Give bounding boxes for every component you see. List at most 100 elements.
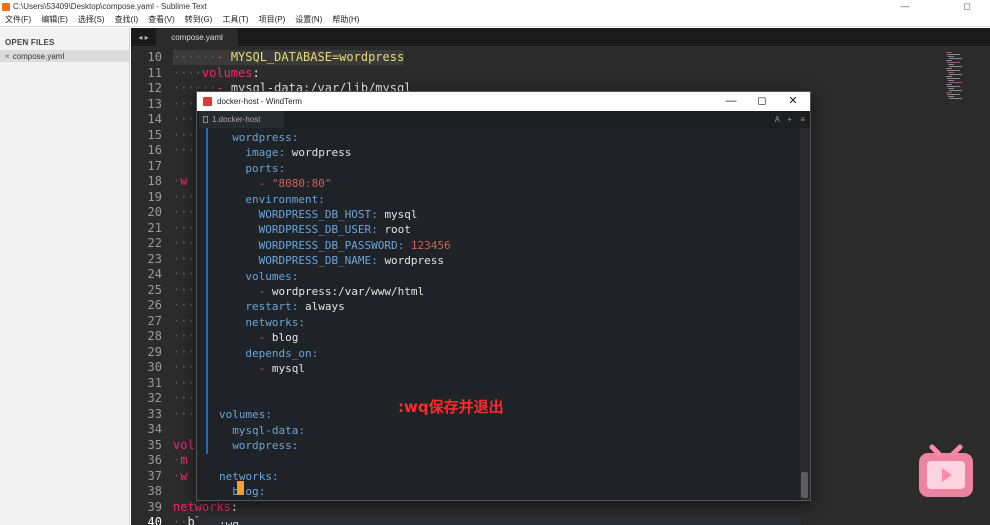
terminal-maximize-button[interactable]: ◻ (747, 92, 777, 111)
terminal-output[interactable]: :wq wordpress: image: wordpress ports: - "8… (197, 128, 810, 525)
minimap-line (949, 74, 962, 75)
indent-dots: ··· (173, 360, 195, 374)
minimap-line (949, 58, 962, 59)
menu-item-0[interactable]: 文件(F) (0, 14, 36, 25)
code-line: ··· (173, 298, 195, 313)
menu-item-6[interactable]: 工具(T) (217, 14, 253, 25)
menu-item-9[interactable]: 帮助(H) (327, 14, 364, 25)
indent-dots: ··· (173, 127, 195, 142)
terminal-line: - mysql (259, 361, 305, 376)
close-file-icon[interactable]: × (5, 52, 10, 61)
terminal-scrollbar[interactable] (800, 128, 809, 500)
indent-dots: ·· (173, 515, 188, 525)
yaml-separator: : (371, 254, 385, 268)
line-number: 37 (147, 468, 162, 483)
terminal-line: networks: (245, 315, 305, 330)
windterm-app-icon (203, 97, 212, 106)
minimap-line (949, 66, 962, 67)
indent-dots: ······ (173, 50, 217, 64)
line-number: 40 (147, 515, 162, 525)
yaml-separator: : (291, 131, 299, 144)
terminal-line: wordpress: (232, 130, 298, 145)
line-number: 13 (147, 96, 162, 111)
menu-bar: 文件(F) 编辑(E) 选择(S) 查找(I) 查看(V) 转到(G) 工具(T) 项目(P)… (0, 13, 990, 27)
minimize-button[interactable]: — (890, 0, 920, 13)
yaml-key: WORDPRESS_DB_USER (258, 223, 372, 237)
terminal-close-button[interactable]: ✕ (778, 92, 808, 111)
yaml-key: image (245, 146, 279, 160)
terminal-line: depends_on: (245, 346, 318, 361)
indent-dots: ··· (173, 282, 195, 297)
terminal-tab-docker-host[interactable]: 1.docker-host (199, 111, 284, 128)
indent-dots: ··· (173, 189, 195, 204)
indent-dots: ··· (173, 251, 195, 266)
code-line: ·w (173, 174, 187, 189)
scrollbar-thumb[interactable] (801, 472, 808, 498)
minimap-line (947, 86, 960, 87)
tab-nav-arrows[interactable]: ◂ ▸ (131, 28, 156, 46)
yaml-separator: : (371, 208, 385, 221)
yaml-value: blog (271, 331, 299, 345)
code-line: ··· (173, 407, 195, 422)
line-number: 22 (147, 236, 162, 250)
tab-menu-icon[interactable]: ≡ (800, 111, 805, 128)
yaml-key: WORDPRESS_DB_NAME (258, 254, 372, 268)
code-line: ··· (173, 143, 195, 158)
menu-item-2[interactable]: 选择(S) (73, 14, 110, 25)
yaml-value: mysql (384, 208, 418, 221)
line-number: 11 (147, 65, 162, 80)
menu-item-4[interactable]: 查看(V) (143, 14, 180, 25)
yaml-key: wordpress (232, 439, 292, 452)
menu-item-3[interactable]: 查找(I) (110, 14, 144, 25)
terminal-line: volumes: (219, 407, 272, 422)
line-number: 35 (147, 437, 162, 452)
line-number: 34 (147, 422, 162, 436)
yaml-value: 123456 (410, 238, 451, 252)
code-line: ··· (173, 128, 195, 143)
line-number: 36 (147, 453, 162, 467)
maximize-button[interactable]: ◻ (952, 0, 982, 13)
indent-dots: ··· (173, 344, 195, 359)
terminal-minimize-button[interactable]: — (716, 92, 746, 111)
terminal-window[interactable]: docker-host - WindTerm — ◻ ✕ 1.docker-ho… (196, 91, 811, 525)
minimap-line (948, 72, 954, 73)
vim-command-text: :wq (219, 518, 239, 525)
menu-item-8[interactable]: 设置(N) (290, 14, 327, 25)
line-number: 20 (147, 205, 162, 219)
minimap-line (946, 68, 952, 69)
line-number: 33 (147, 406, 162, 421)
line-number: 28 (147, 329, 162, 343)
terminal-line: wordpress: (232, 438, 298, 453)
yaml-separator: : (265, 408, 272, 422)
line-number: 12 (147, 81, 162, 95)
line-number: 14 (147, 112, 162, 126)
sidebar-file-compose[interactable]: × compose.yaml (0, 50, 129, 62)
line-number: 26 (147, 298, 162, 312)
menu-item-5[interactable]: 转到(G) (180, 14, 218, 25)
vim-command-line[interactable]: :wq (197, 517, 801, 525)
yaml-value: root (384, 223, 411, 237)
tab-compose-yaml[interactable]: compose.yaml (156, 28, 238, 46)
yaml-key: mysql-data (232, 423, 299, 437)
code-line: ··· (173, 221, 195, 236)
minimap-line (947, 78, 960, 79)
minimap-line (949, 90, 962, 91)
code-line: ·w (173, 469, 187, 484)
add-tab-icon[interactable]: + (787, 111, 792, 128)
terminal-tab-label: 1.docker-host (212, 115, 261, 124)
yaml-key: environment (245, 192, 319, 206)
yaml-separator: : (291, 300, 305, 314)
minimap-line (949, 98, 962, 99)
terminal-line: WORDPRESS_DB_USER: root (259, 222, 411, 237)
line-number: 25 (147, 282, 162, 297)
indent-dots: ··· (173, 205, 195, 219)
minimap-line (949, 82, 962, 83)
minimap-line (946, 52, 952, 53)
editor-tab-bar: ◂ ▸ compose.yaml (131, 28, 990, 46)
menu-item-1[interactable]: 编辑(E) (36, 14, 73, 25)
minimap-line (948, 64, 954, 65)
code-key: w (180, 174, 188, 188)
menu-item-7[interactable]: 项目(P) (254, 14, 291, 25)
yaml-separator: : (397, 238, 411, 252)
font-icon[interactable]: A (775, 111, 780, 128)
